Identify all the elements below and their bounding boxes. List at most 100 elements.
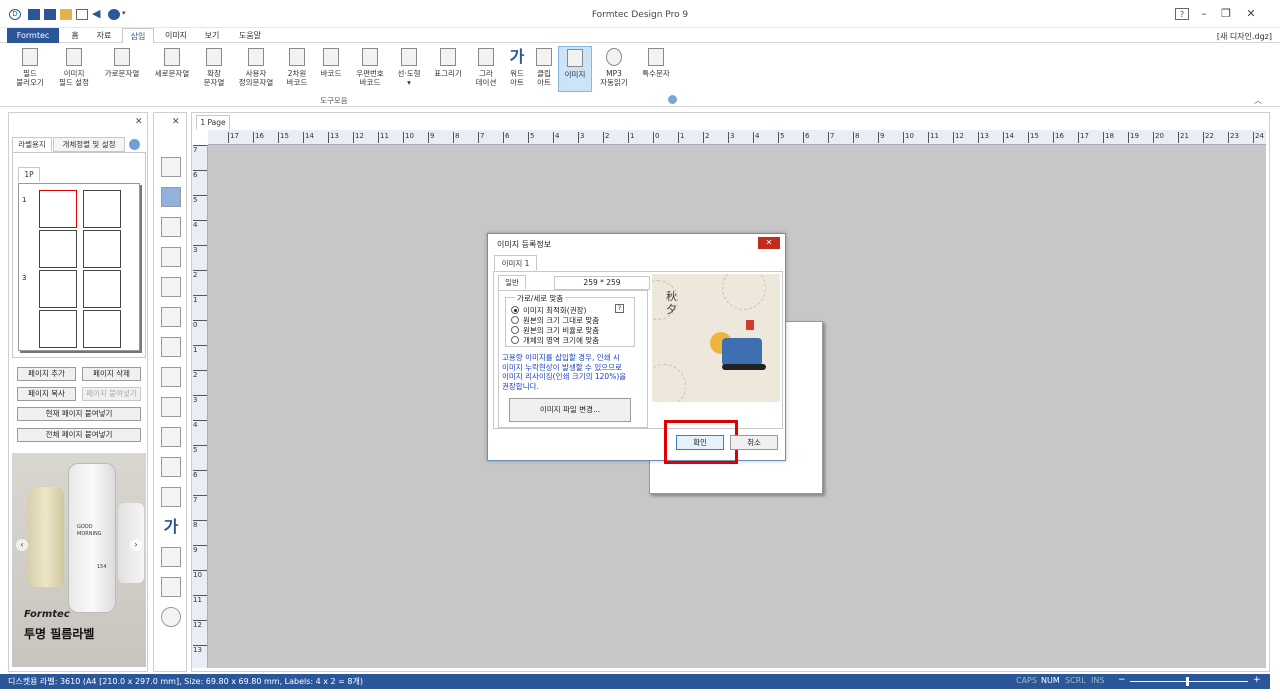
paste-page-button[interactable]: 페이지 붙여넣기 <box>82 387 141 401</box>
change-image-file-button[interactable]: 이미지 파일 변경... <box>509 398 631 422</box>
extended-text-icon[interactable] <box>161 277 181 297</box>
group-expand-icon[interactable] <box>668 95 677 104</box>
image-field-icon[interactable] <box>161 187 181 207</box>
tab-help[interactable]: 도움말 <box>232 28 268 43</box>
vertical-ruler: 7 6 5 4 3 2 1 0 1 2 3 4 5 6 7 8 9 10 11 12 13 <box>192 145 208 668</box>
field-icon[interactable] <box>161 157 181 177</box>
custom-text-button[interactable]: 사용자 정의문자열 <box>234 48 278 87</box>
clip-art-icon[interactable] <box>161 547 181 567</box>
image-field-button[interactable]: 이미지 필드 설정 <box>54 48 94 87</box>
minimize-button[interactable]: – <box>1197 8 1211 20</box>
barcode-icon[interactable] <box>161 367 181 387</box>
table-icon[interactable] <box>161 457 181 477</box>
close-panel-icon[interactable]: ✕ <box>135 117 143 127</box>
extended-text-button[interactable]: 확장 문자열 <box>198 48 230 87</box>
postal-barcode-button[interactable]: 우편번호 바코드 <box>350 48 390 87</box>
image-field-icon <box>66 48 82 66</box>
window-title: Formtec Design Pro 9 <box>591 10 689 20</box>
label-cell[interactable] <box>39 310 77 348</box>
label-cell[interactable] <box>83 310 121 348</box>
ruler-label: 18 <box>1103 132 1114 143</box>
carousel-prev-icon[interactable]: ‹ <box>16 539 28 551</box>
status-text: 디스켓용 라벨: 3610 (A4 [210.0 x 297.0 mm], Si… <box>8 677 363 686</box>
label-cell[interactable] <box>83 270 121 308</box>
label-cell[interactable] <box>39 230 77 268</box>
option-label[interactable]: 개체의 영역 크기에 맞춤 <box>523 335 599 346</box>
clip-art-button[interactable]: 클립 아트 <box>532 48 556 87</box>
word-art-button[interactable]: 가 워드 아트 <box>504 48 530 88</box>
ruler-label: 12 <box>953 132 964 143</box>
zoom-slider-track[interactable] <box>1130 681 1248 682</box>
add-page-button[interactable]: 페이지 추가 <box>17 367 76 381</box>
tab-data[interactable]: 자료 <box>90 28 118 43</box>
tab-insert[interactable]: 삽입 <box>122 28 154 44</box>
ruler-label: 2 <box>193 370 207 379</box>
radio-optimize[interactable] <box>511 306 519 314</box>
load-field-button[interactable]: 필드 불러오기 <box>12 48 48 87</box>
custom-text-icon[interactable] <box>161 307 181 327</box>
zoom-slider-handle[interactable] <box>1186 677 1189 686</box>
horizontal-text-button[interactable]: 가로문자열 <box>100 48 144 78</box>
tab-view[interactable]: 보기 <box>198 28 226 43</box>
help-icon[interactable]: ? <box>1175 8 1189 20</box>
radio-fit-object[interactable] <box>511 336 519 344</box>
cancel-button[interactable]: 취소 <box>730 435 778 450</box>
tab-object-align[interactable]: 개체정렬 및 설정 <box>53 137 125 152</box>
barcode-button[interactable]: 바코드 <box>316 48 346 78</box>
restore-button[interactable]: ❐ <box>1219 8 1233 20</box>
tab-image-1[interactable]: 이미지 1 <box>494 255 537 271</box>
carousel-next-icon[interactable]: › <box>130 539 142 551</box>
paste-current-page-button[interactable]: 현재 페이지 붙여넣기 <box>17 407 141 421</box>
close-window-button[interactable]: ✕ <box>1244 8 1258 20</box>
table-button[interactable]: 표그리기 <box>430 48 466 78</box>
gradient-icon[interactable] <box>161 487 181 507</box>
postal-barcode-icon[interactable] <box>161 397 181 417</box>
tab-image[interactable]: 이미지 <box>159 28 193 43</box>
horizontal-text-icon[interactable] <box>161 217 181 237</box>
label-cell[interactable] <box>39 270 77 308</box>
delete-page-button[interactable]: 페이지 삭제 <box>82 367 141 381</box>
ok-button[interactable]: 확인 <box>676 435 724 450</box>
image-icon[interactable] <box>161 577 181 597</box>
special-char-button[interactable]: 특수문자 <box>638 48 674 78</box>
ruler-label: 12 <box>193 620 207 629</box>
label-cell-selected[interactable] <box>39 190 77 228</box>
label-cell[interactable] <box>83 190 121 228</box>
paste-all-pages-button[interactable]: 전체 페이지 붙여넣기 <box>17 428 141 442</box>
collapse-ribbon-icon[interactable]: ︿ <box>1254 95 1262 106</box>
qr-code-button[interactable]: 2차원 바코드 <box>282 48 312 87</box>
ruler-label: 17 <box>1078 132 1089 143</box>
tab-home[interactable]: 홈 <box>64 28 86 43</box>
bottle-label-number: 154 <box>97 564 107 570</box>
figure-base <box>722 364 766 370</box>
disc-icon[interactable] <box>161 607 181 627</box>
word-art-icon[interactable]: 가 <box>161 517 181 537</box>
close-strip-icon[interactable]: ✕ <box>172 117 180 127</box>
mp3-button[interactable]: MP3 자동읽기 <box>596 48 632 87</box>
vertical-text-icon[interactable] <box>161 247 181 267</box>
page-tab-1p[interactable]: 1P <box>18 167 40 182</box>
ruler-label: 6 <box>803 132 809 143</box>
shape-icon[interactable] <box>161 427 181 447</box>
radio-original-size[interactable] <box>511 316 519 324</box>
ruler-label: 0 <box>653 132 659 143</box>
gradient-button[interactable]: 그라 데이션 <box>472 48 500 87</box>
next-tab-icon[interactable] <box>129 139 140 150</box>
page-tab[interactable]: 1 Page <box>196 115 230 130</box>
image-button[interactable]: 이미지 <box>558 46 592 92</box>
zoom-in-button[interactable]: + <box>1253 675 1261 685</box>
tab-label-paper[interactable]: 라벨용지 <box>12 137 52 152</box>
shape-button[interactable]: 선·도형 ▾ <box>394 48 424 87</box>
copy-page-button[interactable]: 페이지 복사 <box>17 387 76 401</box>
tab-general[interactable]: 일반 <box>498 275 526 290</box>
close-dialog-button[interactable]: ✕ <box>758 237 780 249</box>
label-cell[interactable] <box>83 230 121 268</box>
qr-code-icon[interactable] <box>161 337 181 357</box>
radio-original-ratio[interactable] <box>511 326 519 334</box>
zoom-out-button[interactable]: − <box>1118 675 1126 685</box>
ad-banner[interactable]: GOOD MORNING 154 ‹ › Formtec 투명 필름라벨 <box>12 453 146 667</box>
vertical-text-button[interactable]: 세로문자열 <box>150 48 194 78</box>
ruler-label: 16 <box>1053 132 1064 143</box>
help-icon[interactable]: ? <box>615 304 624 313</box>
tab-formtec[interactable]: Formtec <box>7 28 59 43</box>
